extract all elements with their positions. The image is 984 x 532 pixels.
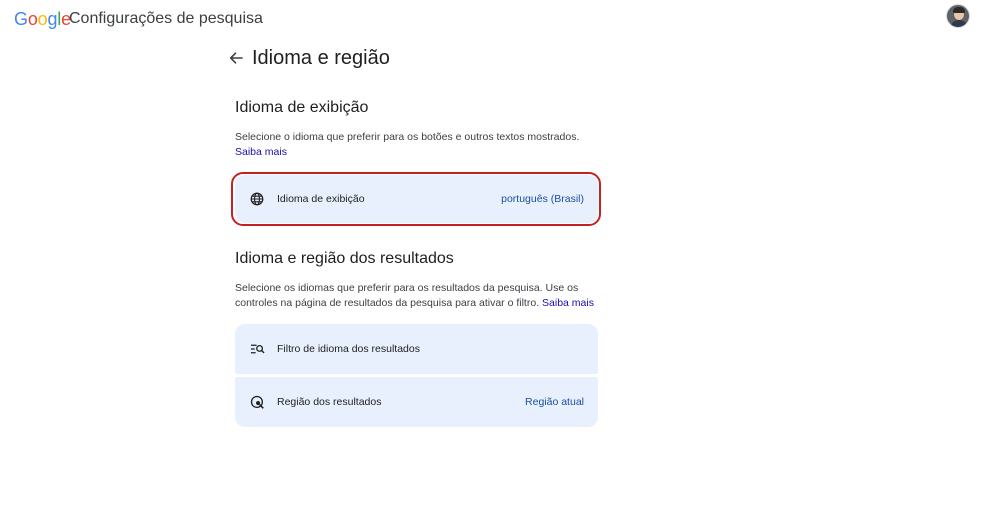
results-language-description: Selecione os idiomas que preferir para o… bbox=[235, 282, 594, 309]
avatar[interactable] bbox=[946, 4, 970, 28]
results-region-row[interactable]: Região dos resultados Região atual bbox=[235, 377, 598, 427]
top-bar: Google Configurações de pesquisa bbox=[0, 0, 984, 36]
results-language-heading: Idioma e região dos resultados bbox=[235, 250, 454, 267]
globe-icon bbox=[249, 191, 265, 207]
display-language-row[interactable]: Idioma de exibição português (Brasil) bbox=[235, 175, 598, 223]
back-arrow-icon[interactable] bbox=[226, 48, 246, 68]
results-region-label: Região dos resultados bbox=[277, 396, 382, 408]
learn-more-link[interactable]: Saiba mais bbox=[542, 297, 594, 309]
display-language-label: Idioma de exibição bbox=[277, 193, 365, 205]
results-region-value[interactable]: Região atual bbox=[525, 396, 584, 408]
display-language-value[interactable]: português (Brasil) bbox=[501, 193, 584, 205]
app-title: Configurações de pesquisa bbox=[69, 10, 263, 27]
results-language-filter-label: Filtro de idioma dos resultados bbox=[277, 343, 420, 355]
filter-search-icon bbox=[249, 341, 265, 357]
region-search-icon bbox=[249, 394, 265, 410]
display-language-heading: Idioma de exibição bbox=[235, 99, 369, 116]
results-language-filter-row[interactable]: Filtro de idioma dos resultados bbox=[235, 324, 598, 374]
display-language-description: Selecione o idioma que preferir para os … bbox=[235, 131, 580, 158]
learn-more-link[interactable]: Saiba mais bbox=[235, 146, 287, 158]
google-logo[interactable]: Google bbox=[14, 9, 71, 29]
page-title: Idioma e região bbox=[252, 47, 390, 69]
